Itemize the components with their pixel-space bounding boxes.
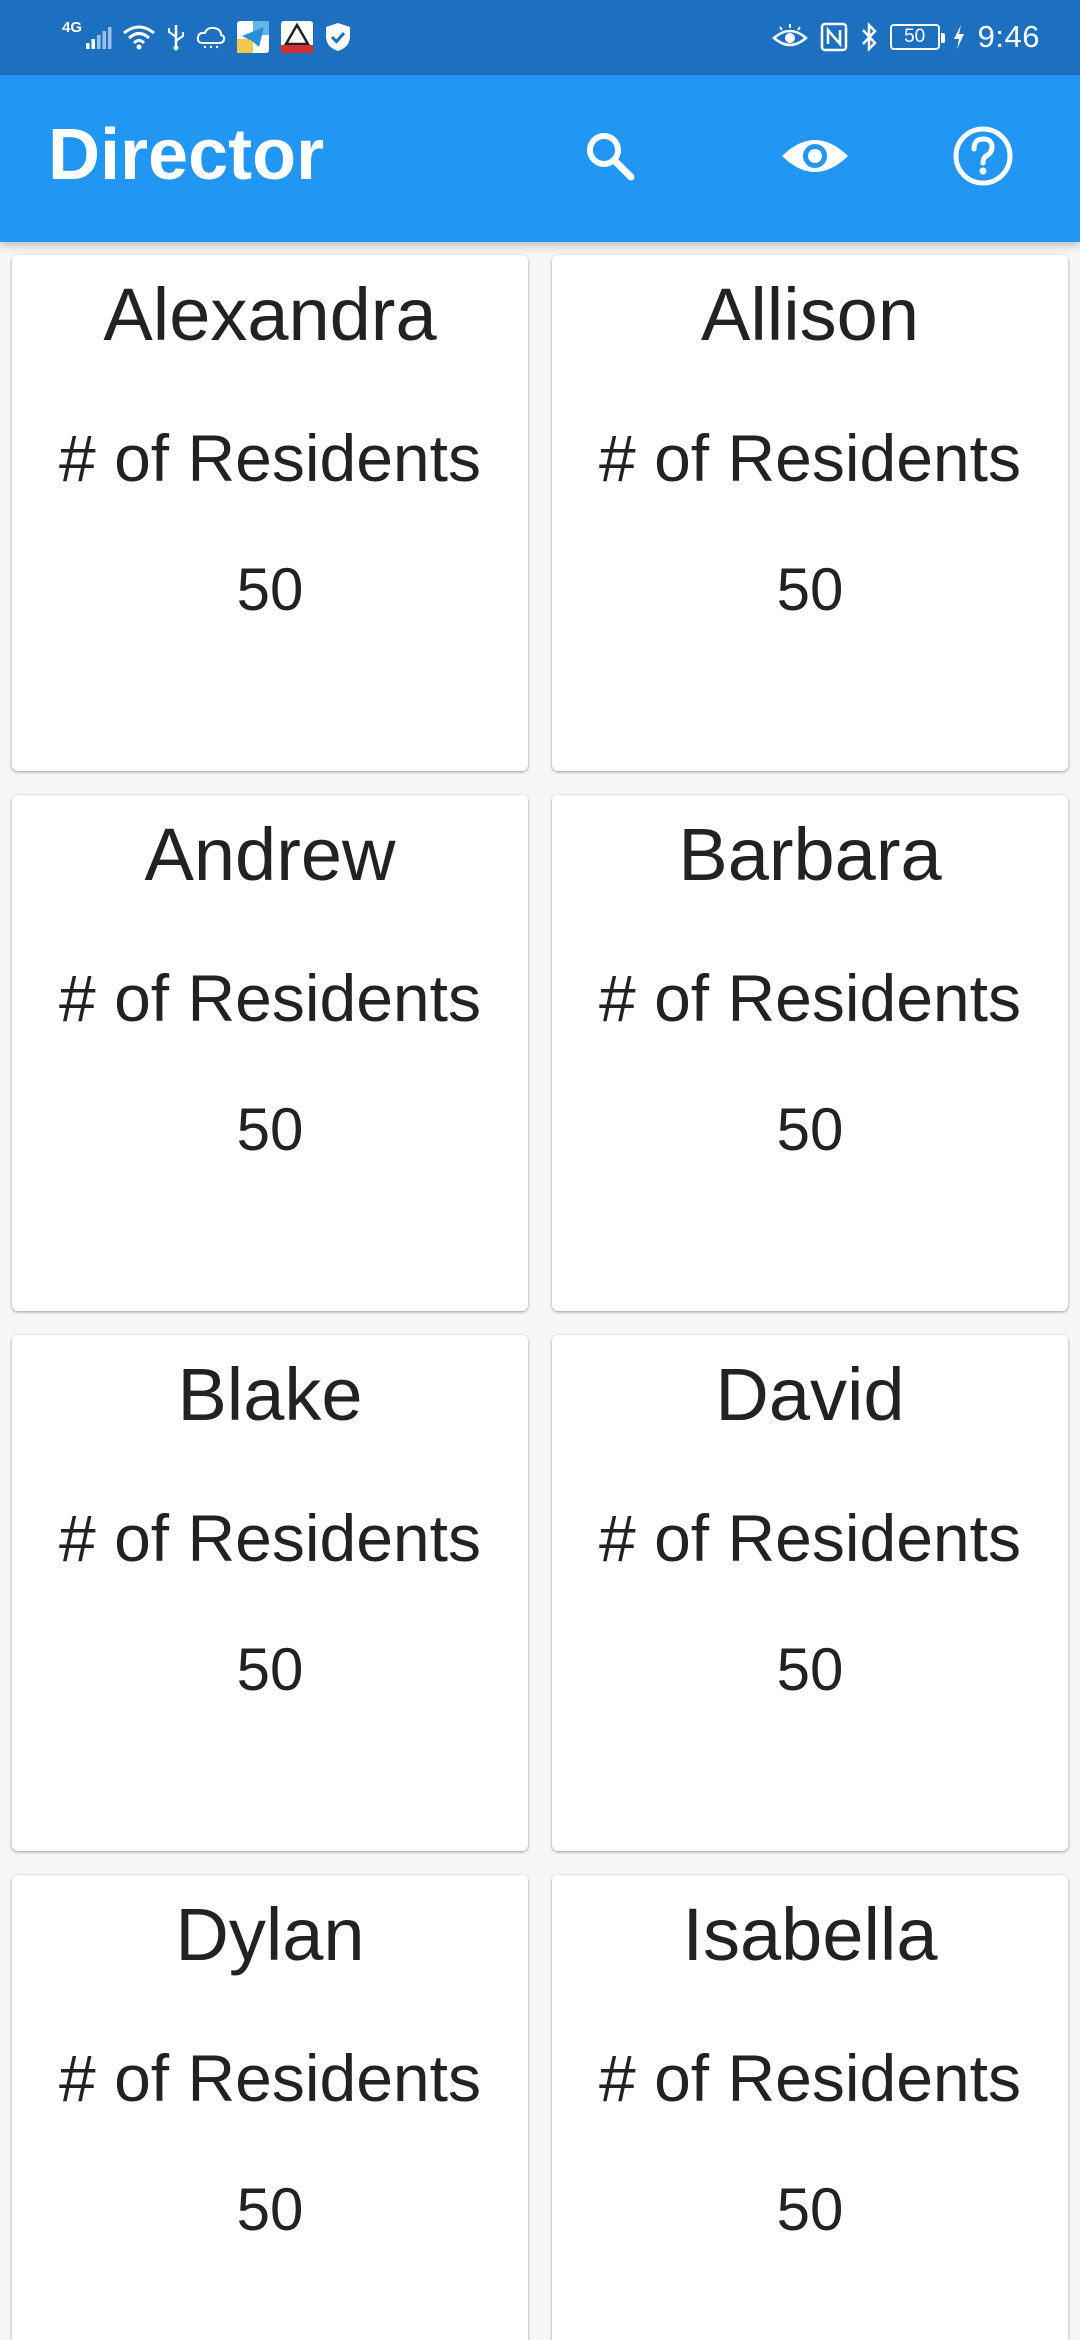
card-count: 50	[236, 1096, 304, 1163]
card-count: 50	[776, 2176, 844, 2243]
card-label: # of Residents	[59, 961, 481, 1035]
director-card[interactable]: David # of Residents 50	[552, 1335, 1068, 1851]
card-label: # of Residents	[59, 421, 481, 495]
shield-icon	[324, 21, 352, 53]
director-card[interactable]: Dylan # of Residents 50	[12, 1875, 528, 2340]
status-right-icons: 50 9:46	[771, 14, 1040, 60]
visibility-button[interactable]	[770, 113, 860, 203]
app-bar: Director	[0, 75, 1080, 242]
card-count: 50	[776, 1096, 844, 1163]
bluetooth-icon	[860, 22, 878, 52]
charging-icon	[952, 24, 966, 50]
cloud-icon	[196, 25, 226, 49]
card-label: # of Residents	[599, 961, 1021, 1035]
search-button[interactable]	[565, 113, 655, 203]
nfc-icon	[820, 22, 848, 52]
help-button[interactable]	[938, 113, 1028, 203]
director-card[interactable]: Allison # of Residents 50	[552, 255, 1068, 771]
status-time: 9:46	[977, 19, 1040, 54]
director-card[interactable]: Andrew # of Residents 50	[12, 795, 528, 1311]
eye-icon	[780, 133, 850, 184]
usb-icon	[166, 23, 186, 51]
director-card[interactable]: Blake # of Residents 50	[12, 1335, 528, 1851]
director-card[interactable]: Alexandra # of Residents 50	[12, 255, 528, 771]
eye-comfort-icon	[771, 24, 808, 50]
battery-icon: 50	[889, 24, 945, 50]
status-bar: 4G 50 9:46	[0, 0, 1080, 75]
card-count: 50	[776, 1636, 844, 1703]
signal-icon	[86, 25, 112, 49]
card-name: Allison	[701, 273, 919, 356]
card-name: Blake	[177, 1353, 363, 1436]
page-title: Director	[48, 115, 325, 195]
card-label: # of Residents	[599, 2041, 1021, 2115]
card-label: # of Residents	[599, 1501, 1021, 1575]
network-type-label: 4G	[62, 18, 83, 36]
director-card[interactable]: Isabella # of Residents 50	[552, 1875, 1068, 2340]
card-count: 50	[236, 556, 304, 623]
director-grid: Alexandra # of Residents 50 Allison # of…	[0, 242, 1080, 2340]
card-count: 50	[236, 2176, 304, 2243]
search-icon	[581, 127, 639, 190]
card-label: # of Residents	[59, 2041, 481, 2115]
status-left-icons: 4G	[62, 14, 352, 60]
card-count: 50	[236, 1636, 304, 1703]
card-name: Dylan	[175, 1893, 365, 1976]
help-icon	[952, 125, 1014, 192]
card-name: David	[715, 1353, 905, 1436]
card-name: Alexandra	[103, 273, 437, 356]
director-card[interactable]: Barbara # of Residents 50	[552, 795, 1068, 1311]
app-badge-icon	[280, 20, 314, 54]
card-count: 50	[776, 556, 844, 623]
wifi-icon	[122, 24, 156, 50]
card-label: # of Residents	[59, 1501, 481, 1575]
card-label: # of Residents	[599, 421, 1021, 495]
card-name: Andrew	[144, 813, 396, 896]
card-name: Isabella	[682, 1893, 938, 1976]
card-name: Barbara	[678, 813, 942, 896]
telegram-icon	[236, 20, 270, 54]
